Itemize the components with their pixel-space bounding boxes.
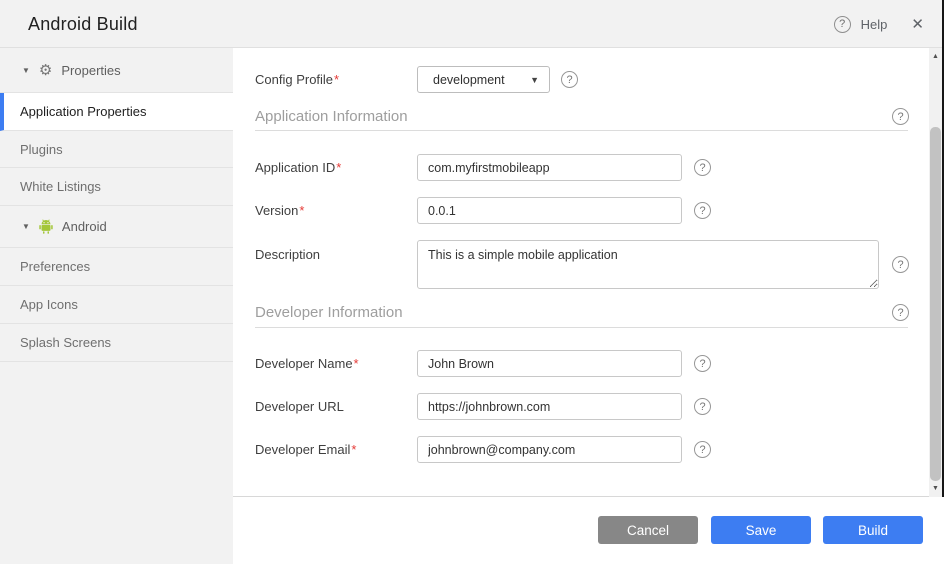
help-icon[interactable]: ? (694, 202, 711, 219)
sidebar-item-label: Plugins (20, 142, 63, 157)
sidebar-item-label: White Listings (20, 179, 101, 194)
help-icon[interactable]: ? (892, 256, 909, 273)
section-divider (255, 130, 908, 131)
chevron-down-icon: ▼ (22, 66, 30, 75)
sidebar-group-label: Android (62, 219, 107, 234)
section-title-application-information: Application Information (255, 108, 408, 125)
page-title: Android Build (28, 0, 138, 48)
description-textarea[interactable]: This is a simple mobile application (417, 240, 879, 289)
sidebar-item-plugins[interactable]: Plugins (0, 131, 233, 168)
save-button[interactable]: Save (711, 516, 811, 544)
config-profile-label: Config Profile* (255, 72, 339, 87)
help-icon[interactable]: ? (561, 71, 578, 88)
scroll-down-icon[interactable]: ▼ (929, 482, 942, 495)
sidebar-item-label: Application Properties (20, 104, 146, 119)
build-button[interactable]: Build (823, 516, 923, 544)
sidebar-item-splash-screens[interactable]: Splash Screens (0, 324, 233, 362)
label-text: Developer Email (255, 442, 350, 457)
help-icon[interactable]: ? (694, 159, 711, 176)
header-actions: ? Help ✕ (834, 0, 924, 48)
help-icon[interactable]: ? (694, 355, 711, 372)
sidebar-item-label: App Icons (20, 297, 78, 312)
sidebar-item-label: Splash Screens (20, 335, 111, 350)
application-id-input[interactable] (417, 154, 682, 181)
developer-url-input[interactable] (417, 393, 682, 420)
help-icon[interactable]: ? (892, 304, 909, 321)
required-marker: * (336, 160, 341, 175)
vertical-scrollbar[interactable]: ▲ ▼ (929, 48, 942, 497)
scrollbar-thumb[interactable] (930, 127, 941, 481)
sidebar-item-application-properties[interactable]: Application Properties (0, 93, 233, 131)
sidebar-item-label: Preferences (20, 259, 90, 274)
help-icon[interactable]: ? (694, 398, 711, 415)
sidebar-item-app-icons[interactable]: App Icons (0, 286, 233, 324)
label-text: Version (255, 203, 298, 218)
sidebar-group-label: Properties (61, 63, 120, 78)
help-icon[interactable]: ? (694, 441, 711, 458)
version-input[interactable] (417, 197, 682, 224)
developer-email-input[interactable] (417, 436, 682, 463)
sidebar-item-preferences[interactable]: Preferences (0, 248, 233, 286)
label-text: Application ID (255, 160, 335, 175)
sidebar-item-white-listings[interactable]: White Listings (0, 168, 233, 206)
help-icon[interactable]: ? (834, 16, 851, 33)
android-icon (39, 219, 53, 234)
config-profile-select[interactable]: development ▼ (417, 66, 550, 93)
section-title-developer-information: Developer Information (255, 304, 403, 321)
developer-url-label: Developer URL (255, 399, 344, 414)
section-divider (255, 327, 908, 328)
help-link[interactable]: Help (861, 17, 888, 32)
application-id-label: Application ID* (255, 160, 341, 175)
close-icon[interactable]: ✕ (911, 15, 924, 33)
version-label: Version* (255, 203, 304, 218)
main-content: Config Profile* development ▼ ? Applicat… (233, 48, 944, 564)
developer-name-label: Developer Name* (255, 356, 359, 371)
sidebar: ▼ ⚙ Properties Application Properties Pl… (0, 48, 233, 564)
description-label: Description (255, 247, 320, 262)
help-icon[interactable]: ? (892, 108, 909, 125)
form-panel: Config Profile* development ▼ ? Applicat… (233, 48, 944, 497)
scroll-up-icon[interactable]: ▲ (929, 50, 942, 63)
required-marker: * (354, 356, 359, 371)
label-text: Config Profile (255, 72, 333, 87)
required-marker: * (351, 442, 356, 457)
required-marker: * (334, 72, 339, 87)
gear-icon: ⚙ (39, 63, 52, 78)
sidebar-group-android[interactable]: ▼ Android (0, 206, 233, 248)
required-marker: * (299, 203, 304, 218)
chevron-down-icon: ▼ (530, 75, 539, 85)
developer-email-label: Developer Email* (255, 442, 356, 457)
sidebar-group-properties[interactable]: ▼ ⚙ Properties (0, 48, 233, 93)
cancel-button[interactable]: Cancel (598, 516, 698, 544)
config-profile-value: development (433, 73, 505, 87)
chevron-down-icon: ▼ (22, 222, 30, 231)
header-bar: Android Build ? Help ✕ (0, 0, 944, 48)
android-build-dialog: Android Build ? Help ✕ ▼ ⚙ Properties Ap… (0, 0, 944, 564)
developer-name-input[interactable] (417, 350, 682, 377)
label-text: Developer Name (255, 356, 353, 371)
